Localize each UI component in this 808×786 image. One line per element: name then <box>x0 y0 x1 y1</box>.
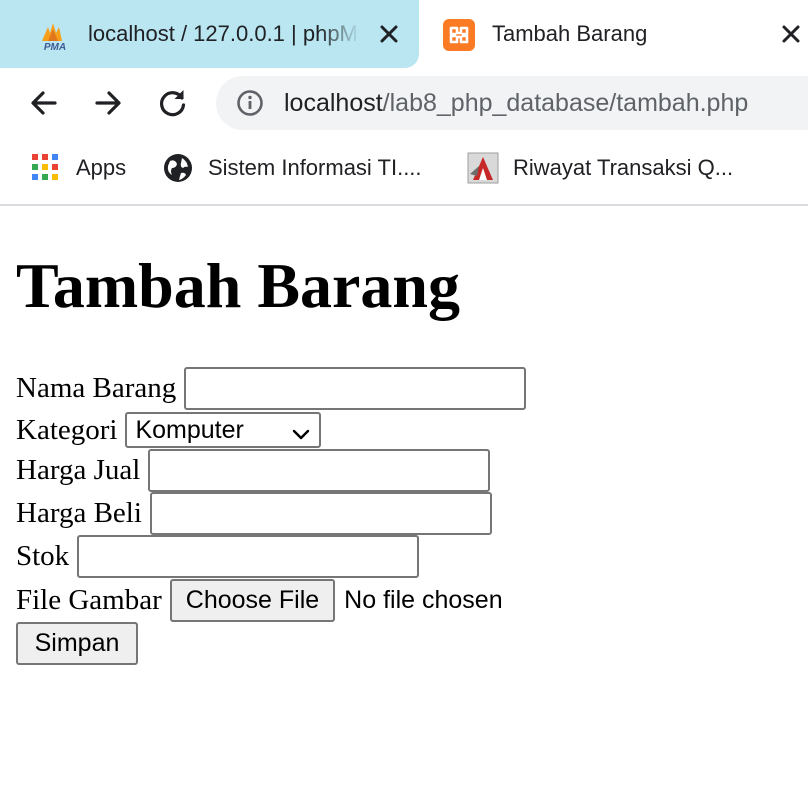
harga-beli-row: Harga Beli <box>16 491 492 535</box>
bookmark-label: Sistem Informasi TI.... <box>208 155 422 180</box>
bookmark-label: Apps <box>76 155 127 180</box>
submit-row: Simpan <box>16 621 138 665</box>
close-icon[interactable] <box>375 20 403 48</box>
bookmark-sistem-informasi[interactable]: Sistem Informasi TI.... <box>162 138 422 198</box>
phpmyadmin-icon: PMA <box>38 19 72 53</box>
file-gambar-label: File Gambar <box>16 584 162 616</box>
kategori-label: Kategori <box>16 414 118 446</box>
harga-jual-row: Harga Jual <box>16 448 491 492</box>
kategori-row: Kategori Komputer <box>16 408 322 452</box>
file-status-text: No file chosen <box>344 585 503 614</box>
reload-icon[interactable] <box>156 86 190 120</box>
info-icon[interactable] <box>236 89 264 117</box>
harga-beli-input[interactable] <box>149 491 492 535</box>
url-path: /lab8_php_database/tambah.php <box>382 89 749 117</box>
url-text: localhost/lab8_php_database/tambah.php <box>284 89 748 117</box>
address-bar[interactable]: localhost/lab8_php_database/tambah.php <box>216 76 808 130</box>
apps-grid-icon <box>30 152 62 184</box>
choose-file-button[interactable]: Choose File <box>169 578 336 622</box>
kategori-select[interactable]: Komputer <box>125 412 322 448</box>
tab-tambah-barang[interactable]: Tambah Barang <box>419 0 808 68</box>
browser-toolbar: localhost/lab8_php_database/tambah.php <box>0 68 808 138</box>
forward-arrow-icon[interactable] <box>91 86 125 120</box>
close-icon[interactable] <box>777 20 805 48</box>
bookmark-riwayat-transaksi[interactable]: Riwayat Transaksi Q... <box>467 138 733 198</box>
stok-row: Stok <box>16 534 420 578</box>
tab-phpmyadmin[interactable]: PMA localhost / 127.0.0.1 | phpMyAdmin <box>0 0 419 68</box>
nama-barang-input[interactable] <box>184 366 527 410</box>
xampp-icon <box>442 19 476 51</box>
harga-jual-label: Harga Jual <box>16 454 141 486</box>
nama-barang-row: Nama Barang <box>16 366 527 410</box>
url-host: localhost <box>284 89 383 117</box>
stok-input[interactable] <box>77 534 420 578</box>
tab-strip: PMA localhost / 127.0.0.1 | phpMyAdmin T… <box>0 0 808 68</box>
stok-label: Stok <box>16 540 70 572</box>
svg-text:PMA: PMA <box>44 42 66 51</box>
kategori-selected-value: Komputer <box>135 415 244 444</box>
tab-title: Tambah Barang <box>492 21 648 46</box>
back-arrow-icon[interactable] <box>27 86 61 120</box>
file-gambar-row: File Gambar Choose File No file chosen <box>16 578 503 622</box>
globe-icon <box>162 152 194 184</box>
bookmark-label: Riwayat Transaksi Q... <box>513 155 734 180</box>
page-title: Tambah Barang <box>16 250 460 321</box>
bookmarks-bar: Apps Sistem Informasi TI.... Riwayat Tra… <box>0 138 808 206</box>
harga-beli-label: Harga Beli <box>16 497 142 529</box>
chevron-down-icon <box>291 422 311 442</box>
harga-jual-input[interactable] <box>148 448 491 492</box>
bookmark-apps[interactable]: Apps <box>30 138 126 198</box>
tab-title: localhost / 127.0.0.1 | phpMyAdmin <box>88 21 360 46</box>
simpan-button[interactable]: Simpan <box>16 621 138 665</box>
nama-barang-label: Nama Barang <box>16 372 177 404</box>
bookmark-site-icon <box>467 152 499 184</box>
